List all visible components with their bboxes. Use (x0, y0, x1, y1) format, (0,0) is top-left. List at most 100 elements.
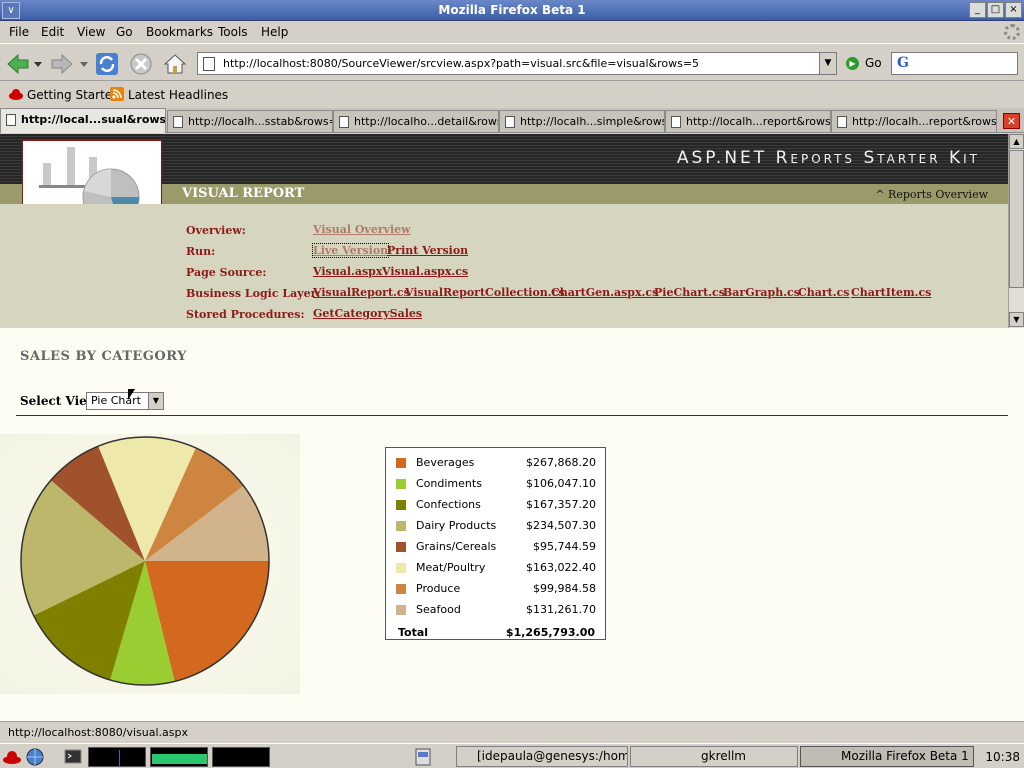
bookmark-latest-headlines[interactable]: Latest Headlines (110, 87, 228, 102)
overview-label: Overview: (186, 224, 246, 237)
piechart-cs-link[interactable]: PieChart.cs (654, 286, 725, 299)
view-select[interactable]: Pie Chart ▼ (86, 392, 164, 410)
task-label: [idepaula@genesys:/home/ide (477, 749, 627, 763)
title-bar: ∨ Mozilla Firefox Beta 1 _ □ × (0, 0, 1024, 21)
bargraph-cs-link[interactable]: BarGraph.cs (723, 286, 800, 299)
legend-row: Grains/Cereals $95,744.59 (396, 540, 596, 556)
url-dropdown-icon[interactable]: ▼ (819, 53, 836, 74)
memory-meter (150, 747, 208, 767)
chartgen-aspx-cs-link[interactable]: ChartGen.aspx.cs (551, 286, 658, 299)
maximize-button[interactable]: □ (987, 2, 1004, 18)
legend-swatch (396, 521, 406, 531)
workspace-pager-icon[interactable] (414, 748, 432, 766)
legend-row: Beverages $267,868.20 (396, 456, 596, 472)
bookmark-getting-started[interactable]: Getting Started (9, 87, 120, 102)
tab-4[interactable]: http://localh...report&rows=5 (665, 110, 831, 132)
page-icon (6, 114, 16, 126)
live-version-link[interactable]: Live Version (311, 243, 390, 258)
getcategorysales-link[interactable]: GetCategorySales (313, 307, 422, 320)
legend-row: Dairy Products $234,507.30 (396, 519, 596, 535)
forward-dropdown-icon[interactable] (80, 60, 88, 68)
visualreport-cs-link[interactable]: VisualReport.cs (313, 286, 410, 299)
pie-chart (20, 436, 270, 686)
stored-procedures-label: Stored Procedures: (186, 308, 305, 321)
scroll-down-icon[interactable]: ▼ (1009, 312, 1024, 327)
section-title: SALES BY CATEGORY (20, 349, 187, 364)
reload-icon[interactable] (95, 52, 119, 76)
visual-aspx-cs-link[interactable]: Visual.aspx.cs (382, 265, 468, 278)
search-input[interactable]: G (891, 52, 1018, 75)
report-logo-frame (22, 140, 162, 237)
browser-globe-icon[interactable] (26, 748, 44, 766)
scroll-up-icon[interactable]: ▲ (1009, 134, 1024, 149)
status-text: http://localhost:8080/visual.aspx (8, 726, 189, 739)
page-icon (203, 57, 215, 71)
task-firefox[interactable]: Mozilla Firefox Beta 1 (800, 746, 974, 767)
terminal-icon[interactable] (64, 748, 82, 766)
go-button[interactable]: ▶ Go (846, 56, 882, 70)
stop-icon[interactable] (129, 52, 153, 76)
page-source-label: Page Source: (186, 266, 267, 279)
legend-name: Condiments (416, 477, 482, 490)
url-text[interactable]: http://localhost:8080/SourceViewer/srcvi… (223, 57, 699, 70)
menu-tools[interactable]: Tools (218, 25, 248, 39)
menu-help[interactable]: Help (261, 25, 288, 39)
redhat-menu-icon[interactable] (3, 748, 21, 766)
window-title: Mozilla Firefox Beta 1 (438, 3, 586, 17)
task-terminal[interactable]: [idepaula@genesys:/home/ide (456, 746, 628, 767)
tab-1[interactable]: http://localh...sstab&rows=5 (167, 110, 333, 132)
navigation-toolbar: http://localhost:8080/SourceViewer/srcvi… (0, 43, 1024, 81)
frame-scrollbar[interactable]: ▲ ▼ (1008, 134, 1024, 328)
google-icon: G (897, 55, 909, 71)
visualreportcollection-cs-link[interactable]: VisualReportCollection.cs (405, 286, 565, 299)
tab-label: http://local...sual&rows=5 (21, 113, 166, 126)
tab-2[interactable]: http://localho...detail&rows=5 (333, 110, 499, 132)
tab-0[interactable]: http://local...sual&rows=5 (0, 108, 166, 133)
tab-5[interactable]: http://localh...report&rows=5 (831, 110, 997, 132)
back-dropdown-icon[interactable] (34, 60, 42, 68)
throbber-icon (1004, 24, 1020, 40)
visual-overview-link[interactable]: Visual Overview (313, 223, 411, 236)
menu-bookmarks[interactable]: Bookmarks (146, 25, 213, 39)
clock: 10:38 (985, 750, 1020, 764)
tab-label: http://localh...simple&rows=5 (520, 115, 664, 128)
home-icon[interactable] (163, 52, 187, 76)
chart-cs-link[interactable]: Chart.cs (798, 286, 849, 299)
print-version-link[interactable]: Print Version (387, 244, 468, 257)
task-gkrellm[interactable]: gkrellm (630, 746, 798, 767)
reports-overview-link[interactable]: ^ Reports Overview (875, 188, 988, 201)
legend-value: $167,357.20 (526, 498, 596, 511)
forward-arrow-icon[interactable] (50, 52, 74, 76)
redhat-icon (9, 89, 23, 100)
menu-view[interactable]: View (77, 25, 105, 39)
back-arrow-icon[interactable] (6, 52, 30, 76)
page-icon (505, 116, 515, 128)
tab-3[interactable]: http://localh...simple&rows=5 (499, 110, 665, 132)
legend-row: Confections $167,357.20 (396, 498, 596, 514)
bookmarks-toolbar: Getting Started Latest Headlines (0, 82, 1024, 106)
scrollbar-thumb[interactable] (1009, 150, 1024, 288)
minimize-button[interactable]: _ (969, 2, 986, 18)
legend-value: $267,868.20 (526, 456, 596, 469)
legend-row: Condiments $106,047.10 (396, 477, 596, 493)
brand-title: ASP.NET Reports Starter Kit (676, 148, 980, 168)
legend-value: $234,507.30 (526, 519, 596, 532)
menu-go[interactable]: Go (116, 25, 133, 39)
visual-aspx-link[interactable]: Visual.aspx (313, 265, 382, 278)
legend-value: $131,261.70 (526, 603, 596, 616)
menu-file[interactable]: File (9, 25, 29, 39)
menu-edit[interactable]: Edit (41, 25, 64, 39)
task-label: gkrellm (701, 749, 746, 763)
legend-swatch (396, 563, 406, 573)
url-bar[interactable]: http://localhost:8080/SourceViewer/srcvi… (197, 52, 837, 75)
legend-name: Meat/Poultry (416, 561, 486, 574)
chartitem-cs-link[interactable]: ChartItem.cs (851, 286, 931, 299)
close-window-button[interactable]: × (1005, 2, 1022, 18)
taskbar: [idepaula@genesys:/home/ide gkrellm Mozi… (0, 743, 1024, 768)
tab-label: http://localh...sstab&rows=5 (188, 115, 333, 128)
chevron-down-icon[interactable]: ▼ (148, 393, 163, 409)
legend-name: Confections (416, 498, 481, 511)
close-tab-icon[interactable]: ✕ (1003, 113, 1020, 129)
legend-name: Grains/Cereals (416, 540, 497, 553)
legend-swatch (396, 605, 406, 615)
